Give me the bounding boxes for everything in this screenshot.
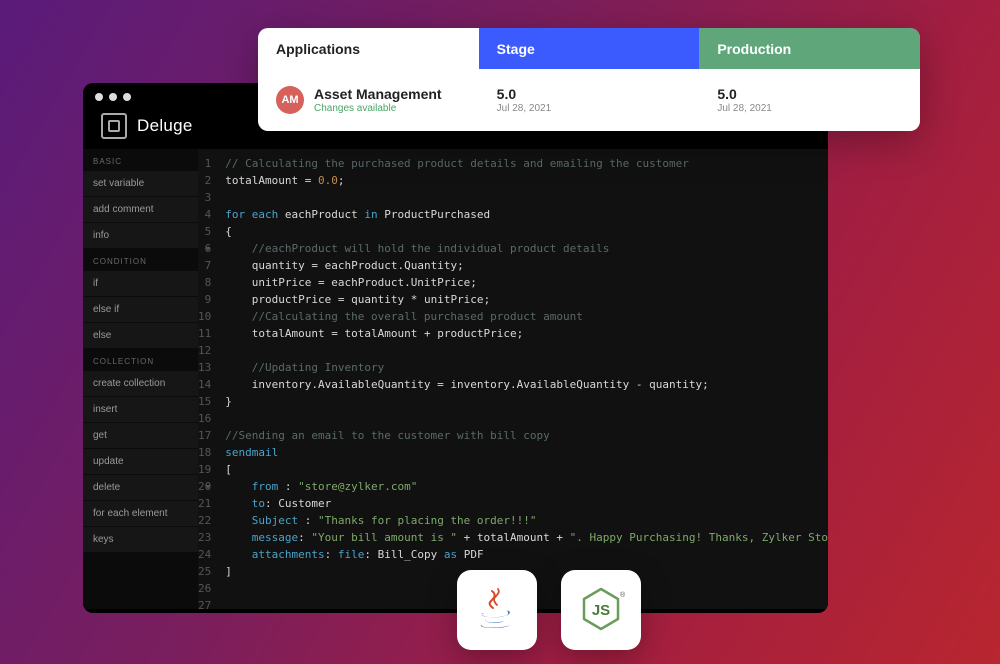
sidebar-group-header: CONDITION [83,249,198,270]
sidebar-item[interactable]: else [83,323,198,348]
sidebar-item[interactable]: delete [83,475,198,500]
svg-text:®: ® [620,591,626,599]
sidebar-item[interactable]: else if [83,297,198,322]
sidebar-group-header: BASIC [83,149,198,170]
sidebar-item[interactable]: add comment [83,197,198,222]
deployment-card: Applications Stage Production AM Asset M… [258,28,920,131]
header-production[interactable]: Production [699,28,920,69]
line-gutter: 12345 ▾678910111213141516171819 ▾2021222… [198,149,217,609]
card-header: Applications Stage Production [258,28,920,69]
stage-date: Jul 28, 2021 [497,103,682,114]
window-control-min[interactable] [109,93,117,101]
deluge-editor-window: Deluge BASICset variableadd commentinfoC… [83,83,828,613]
deluge-logo-icon [101,113,127,139]
header-stage[interactable]: Stage [479,28,700,69]
window-control-max[interactable] [123,93,131,101]
editor-brand-name: Deluge [137,116,193,136]
sidebar-item[interactable]: keys [83,527,198,552]
code-editor[interactable]: 12345 ▾678910111213141516171819 ▾2021222… [198,149,828,609]
sidebar-item[interactable]: info [83,223,198,248]
svg-text:JS: JS [592,602,610,619]
app-avatar: AM [276,86,304,114]
sidebar-item[interactable]: insert [83,397,198,422]
app-status: Changes available [314,103,442,114]
prod-date: Jul 28, 2021 [717,103,902,114]
sidebar-item[interactable]: set variable [83,171,198,196]
header-applications[interactable]: Applications [258,28,479,69]
prod-version: 5.0 [717,86,902,103]
sidebar-item[interactable]: if [83,271,198,296]
tech-badges: JS ® [457,570,641,650]
window-control-close[interactable] [95,93,103,101]
nodejs-icon: JS ® [576,585,626,635]
code-content[interactable]: // Calculating the purchased product det… [217,149,828,609]
sidebar-item[interactable]: for each element [83,501,198,526]
java-icon [474,587,520,633]
card-row[interactable]: AM Asset Management Changes available 5.… [258,69,920,131]
nodejs-badge[interactable]: JS ® [561,570,641,650]
stage-version: 5.0 [497,86,682,103]
java-badge[interactable] [457,570,537,650]
snippets-sidebar: BASICset variableadd commentinfoCONDITIO… [83,149,198,609]
sidebar-group-header: COLLECTION [83,349,198,370]
sidebar-item[interactable]: update [83,449,198,474]
app-name: Asset Management [314,86,442,103]
sidebar-item[interactable]: create collection [83,371,198,396]
sidebar-item[interactable]: get [83,423,198,448]
